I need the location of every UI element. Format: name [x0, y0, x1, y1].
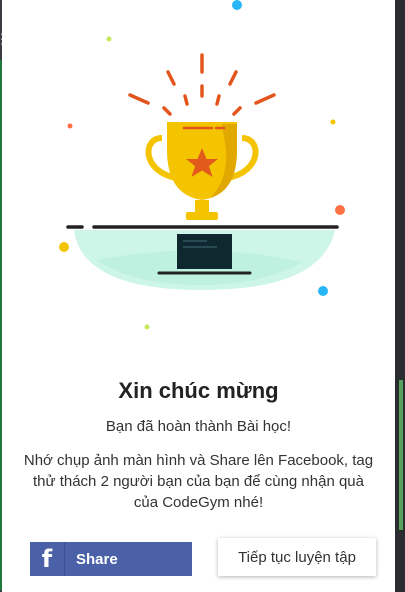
modal-title: Xin chúc mừng [118, 378, 279, 403]
trophy-illustration [59, 0, 345, 330]
confetti-dot [318, 286, 328, 296]
continue-practice-button[interactable]: Tiếp tục luyện tập [218, 538, 376, 576]
confetti-dot [67, 123, 73, 129]
modal-description: Nhớ chụp ảnh màn hình và Share lên Faceb… [23, 452, 374, 511]
confetti-dot [106, 36, 112, 42]
modal-subtitle: Bạn đã hoàn thành Bài học! [105, 418, 292, 435]
facebook-share-button[interactable]: f Share [30, 542, 192, 576]
confetti-dot [59, 242, 69, 252]
confetti-dot [335, 205, 345, 215]
confetti-dot [330, 119, 336, 125]
congrats-modal: Xin chúc mừng Bạn đã hoàn thành Bài học!… [2, 0, 395, 592]
share-button-label: Share [76, 550, 118, 568]
sparkle-rays [128, 53, 276, 116]
background-stripe [399, 380, 403, 530]
confetti-dot [232, 0, 242, 10]
trophy-base [177, 234, 232, 269]
facebook-icon: f [30, 542, 65, 576]
background-right-strip [395, 0, 405, 592]
confetti-dot [144, 324, 150, 330]
